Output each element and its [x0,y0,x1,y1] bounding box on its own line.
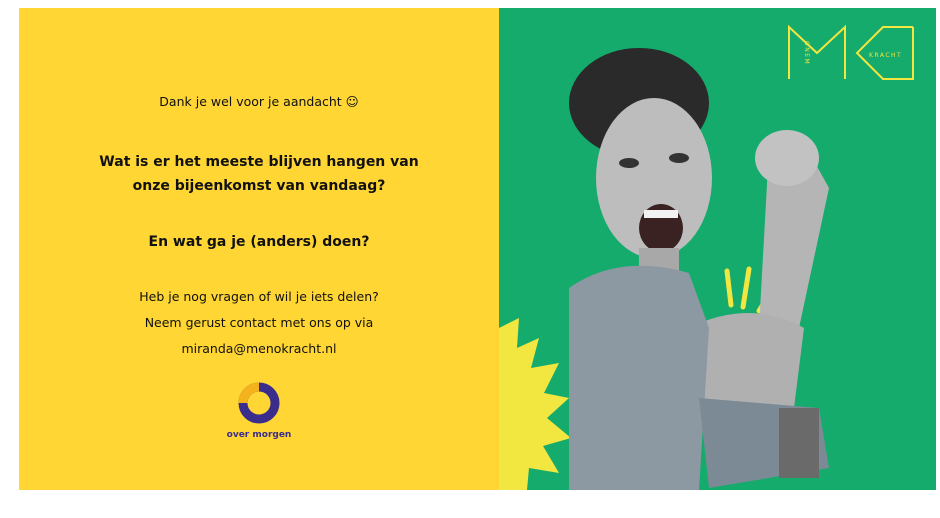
contact-email: miranda@menokracht.nl [181,341,337,356]
thanks-text: Dank je wel voor je aandacht ☺ [159,94,359,109]
brand-text-2: KRACHT [869,52,903,59]
ring-logo-icon [238,382,280,424]
followup-question: En wat ga je (anders) doen? [148,234,370,250]
question-line-1: Wat is er het meeste blijven hangen van [99,154,419,170]
presentation-slide: Dank je wel voor je aandacht ☺ Wat is er… [19,8,936,490]
contact-line-1: Heb je nog vragen of wil je iets delen? [139,289,379,304]
photo-panel: ONEM KRACHT [499,8,936,490]
logo-label: over morgen [226,430,292,440]
woman-flexing-photo [569,48,829,490]
question-text: Wat is er het meeste blijven hangen van … [19,150,499,198]
over-morgen-logo: over morgen [219,380,299,440]
question-line-2: onze bijeenkomst van vandaag? [132,178,386,194]
contact-line-2: Neem gerust contact met ons op via [144,315,374,330]
contact-text: Heb je nog vragen of wil je iets delen? … [19,284,499,362]
text-panel: Dank je wel voor je aandacht ☺ Wat is er… [19,8,499,490]
